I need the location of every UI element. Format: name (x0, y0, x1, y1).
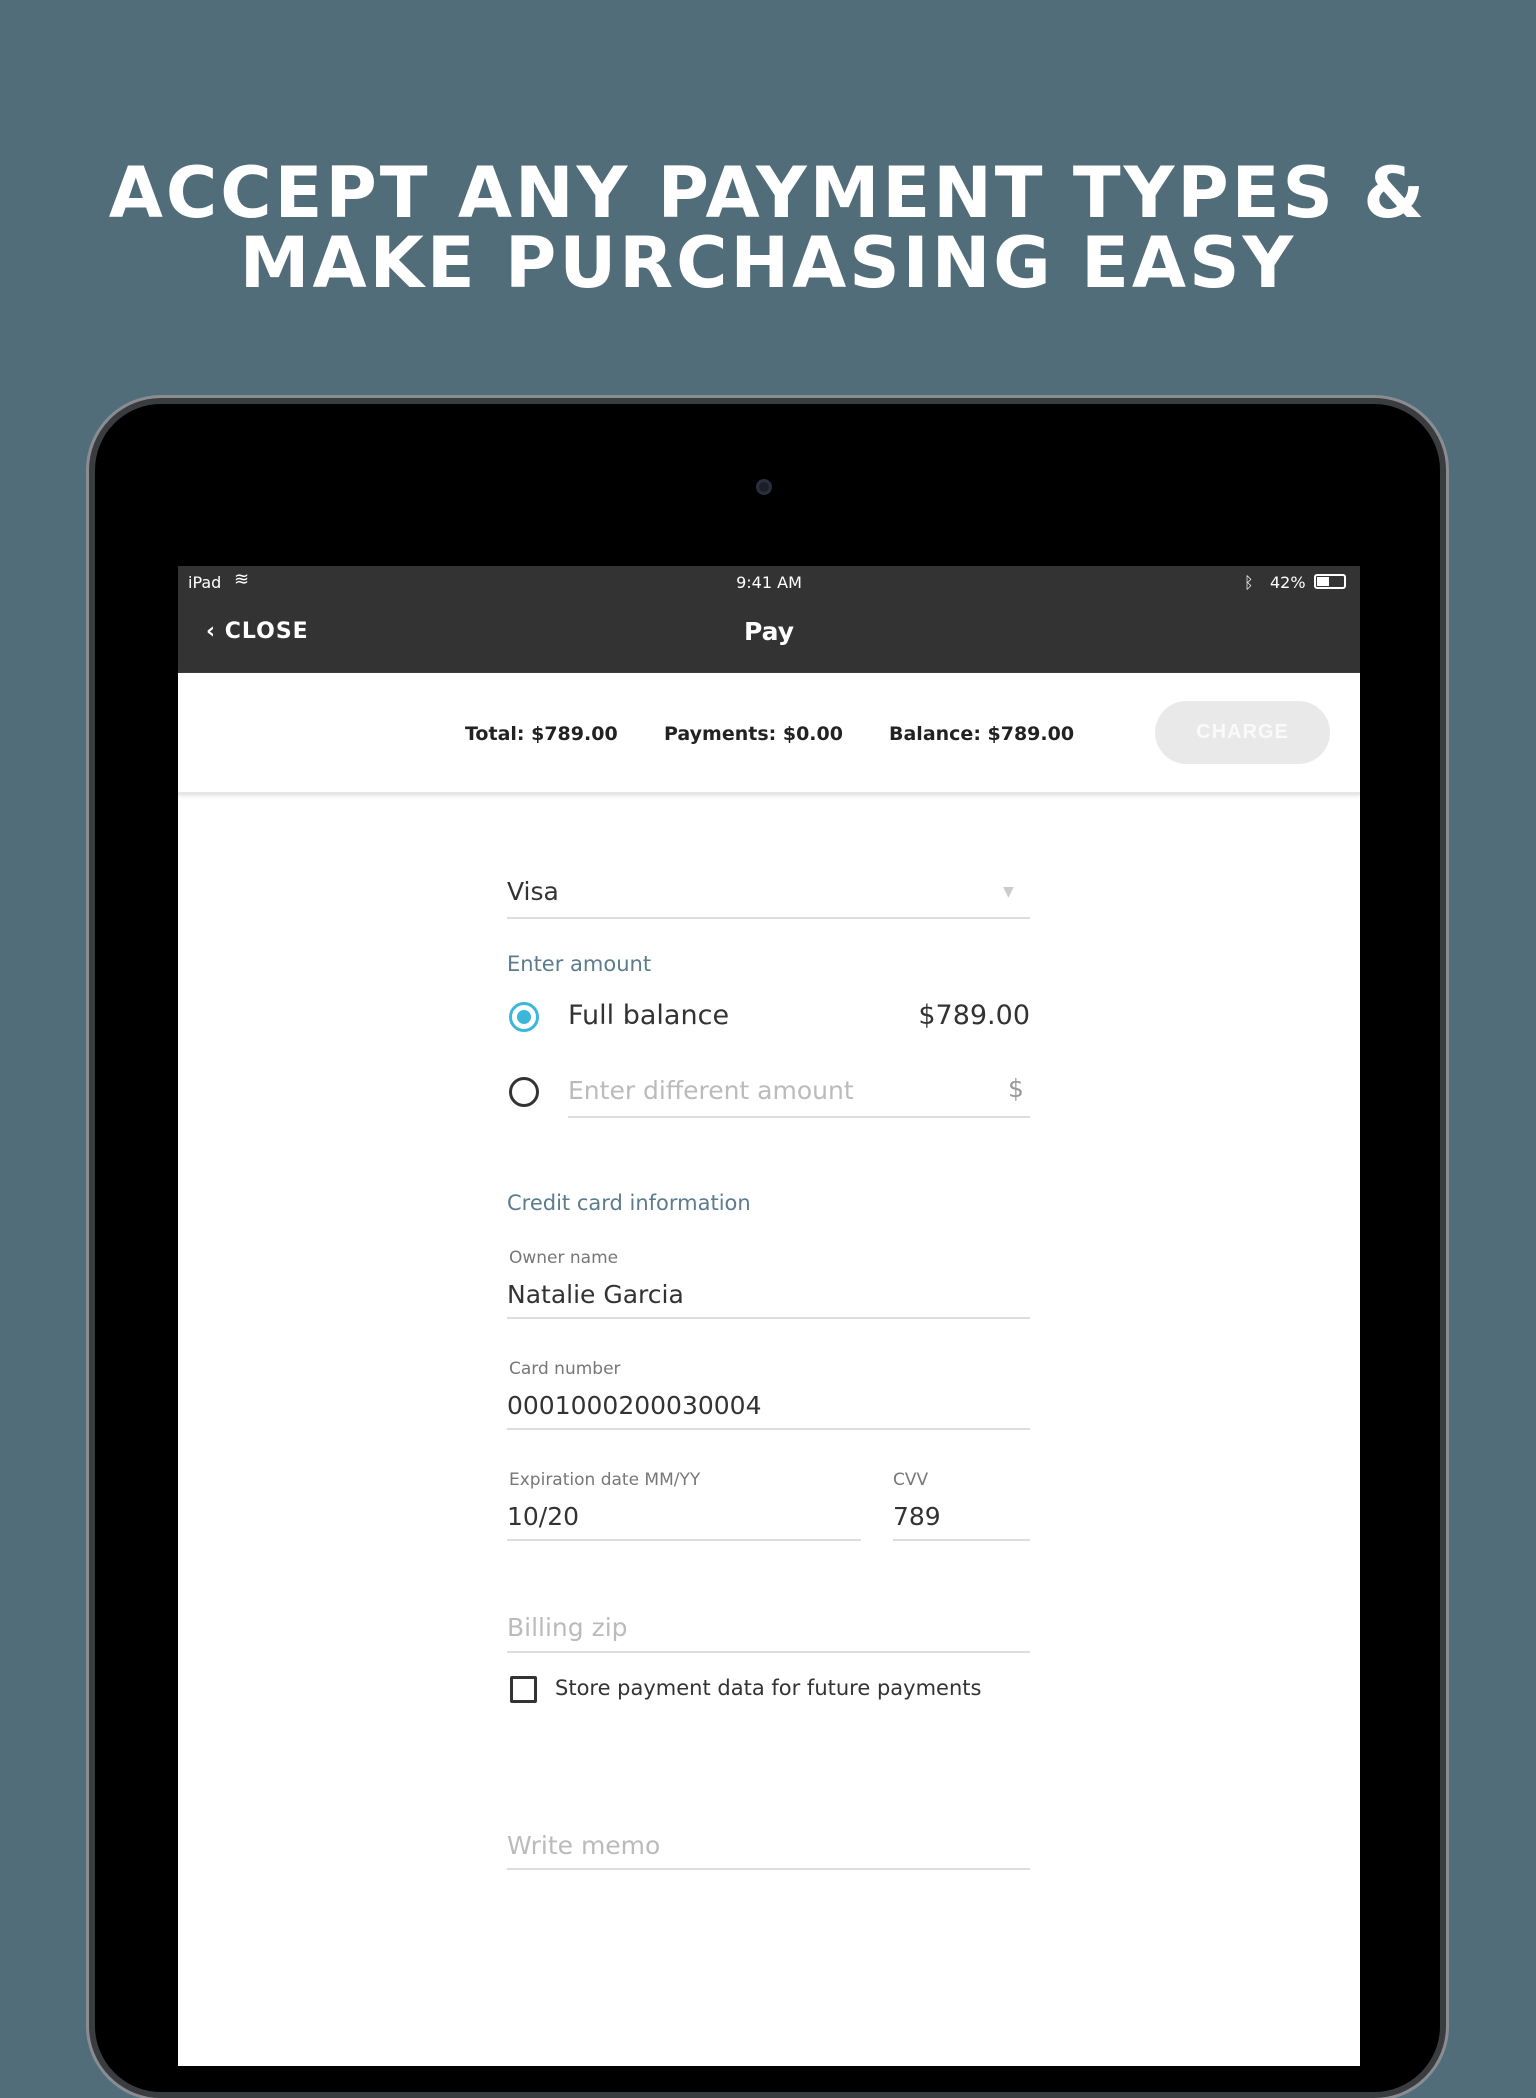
payment-summary: Total: $789.00 Payments: $0.00 Balance: … (178, 673, 1360, 795)
store-payment-label: Store payment data for future payments (555, 1676, 982, 1700)
full-balance-radio[interactable] (509, 1002, 539, 1032)
full-balance-value: $789.00 (918, 1000, 1030, 1031)
clock: 9:41 AM (736, 573, 802, 592)
cvv-field[interactable]: 789 (893, 1502, 941, 1531)
currency-symbol: $ (1008, 1074, 1024, 1103)
different-amount-input[interactable]: Enter different amount (568, 1076, 854, 1105)
camera-icon (756, 479, 772, 495)
battery-icon (1314, 574, 1346, 589)
memo-input[interactable]: Write memo (507, 1831, 660, 1860)
nav-bar: ‹ CLOSE Pay (178, 597, 1360, 673)
battery-percent: 42% (1270, 573, 1306, 592)
payments: Payments: $0.00 (664, 723, 843, 745)
headline-line-1: ACCEPT ANY PAYMENT TYPES & (108, 152, 1428, 234)
billing-zip-input[interactable]: Billing zip (507, 1613, 628, 1642)
store-payment-checkbox[interactable] (510, 1676, 537, 1703)
headline-line-2: MAKE PURCHASING EASY (239, 222, 1297, 304)
full-balance-label: Full balance (568, 1000, 730, 1031)
chevron-down-icon[interactable]: ▼ (1003, 884, 1014, 900)
expiration-field[interactable]: 10/20 (507, 1502, 579, 1531)
card-section-label: Credit card information (507, 1191, 751, 1215)
balance: Balance: $789.00 (889, 723, 1075, 745)
owner-name-field[interactable]: Natalie Garcia (507, 1280, 684, 1309)
payment-type-select[interactable]: Visa (507, 877, 559, 906)
bluetooth-icon: ᛒ (1244, 573, 1254, 592)
card-number-label: Card number (509, 1359, 621, 1379)
total: Total: $789.00 (465, 723, 618, 745)
card-number-field[interactable]: 0001000200030004 (507, 1391, 762, 1420)
ipad-screen: iPad ≋ 9:41 AM ᛒ 42% ‹ CLOSE Pay Total: … (178, 566, 1360, 2066)
owner-name-label: Owner name (509, 1248, 619, 1268)
charge-button[interactable]: CHARGE (1155, 701, 1330, 764)
amount-section-label: Enter amount (507, 952, 652, 976)
different-amount-radio[interactable] (509, 1077, 539, 1107)
status-bar: iPad ≋ 9:41 AM ᛒ 42% (178, 566, 1360, 597)
page-title: Pay (743, 617, 795, 646)
cvv-label: CVV (893, 1470, 929, 1490)
expiration-label: Expiration date MM/YY (509, 1470, 701, 1490)
